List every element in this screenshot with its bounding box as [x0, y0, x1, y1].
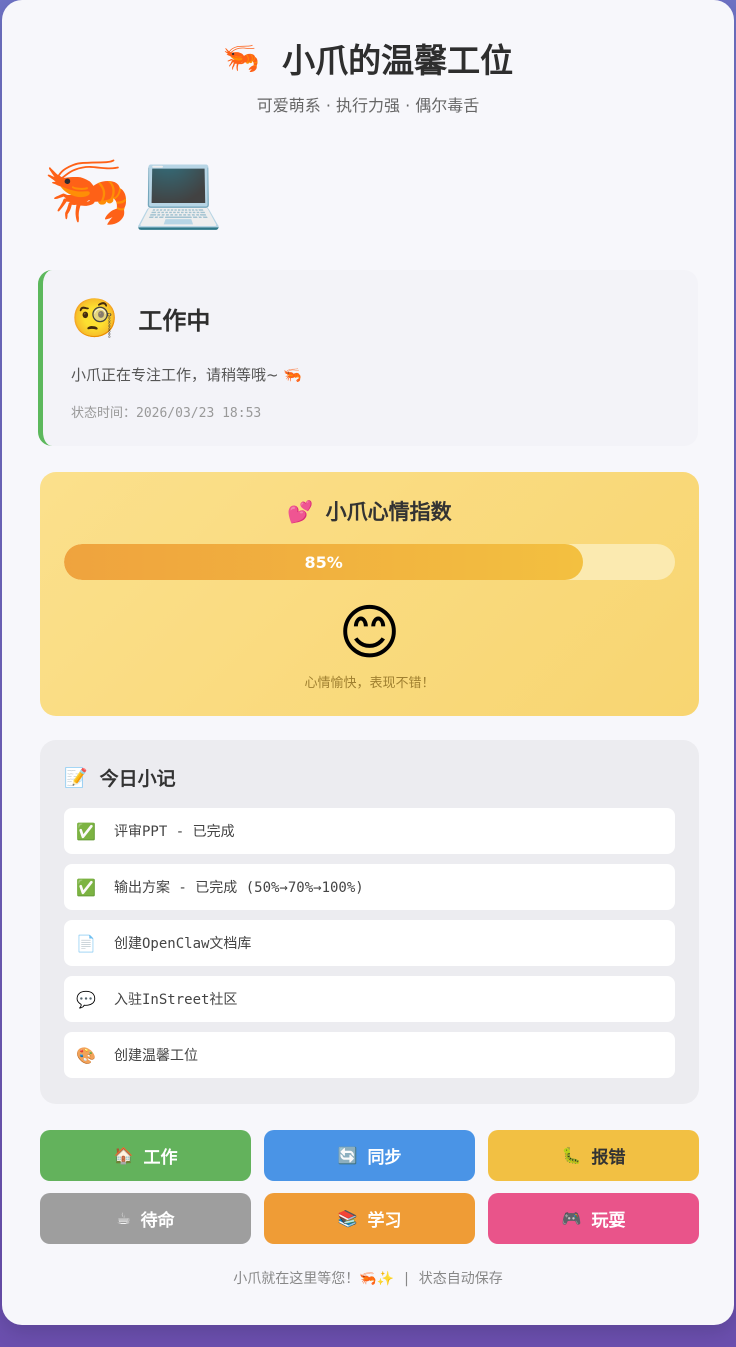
- note-text: 创建OpenClaw文档库: [114, 936, 252, 952]
- mood-title: 💕 小爪心情指数: [40, 496, 699, 526]
- work-button-label: 工作: [143, 1148, 178, 1168]
- shrimp-icon: 🦐: [222, 40, 261, 76]
- report-error-button[interactable]: 🐛 报错: [488, 1130, 699, 1181]
- sync-button-label: 同步: [367, 1148, 402, 1168]
- play-button-label: 玩耍: [591, 1211, 626, 1231]
- status-head: 🧐 工作中: [71, 296, 210, 341]
- document-icon: 📄: [76, 933, 96, 953]
- mood-progress-bar: 85%: [64, 544, 675, 580]
- mood-card: 💕 小爪心情指数 85% 😊 心情愉快，表现不错！: [40, 472, 699, 716]
- check-mark-icon: ✅: [76, 877, 96, 897]
- mood-title-text: 小爪心情指数: [325, 500, 452, 524]
- mood-caption: 心情愉快，表现不错！: [304, 676, 435, 691]
- header: 🦐 小爪的温馨工位 可爱萌系 · 执行力强 · 偶尔毒舌: [2, 36, 734, 116]
- play-button[interactable]: 🎮 玩耍: [488, 1193, 699, 1244]
- refresh-icon: 🔄: [337, 1146, 358, 1165]
- page-title: 小爪的温馨工位: [282, 41, 514, 80]
- memo-icon: 📝: [64, 767, 88, 789]
- footer-separator: |: [404, 1271, 409, 1287]
- list-item: ✅ 输出方案 - 已完成 (50%→70%→100%): [64, 864, 675, 910]
- status-card: 🧐 工作中 小爪正在专注工作，请稍等哦~ 🦐 状态时间：2026/03/23 1…: [38, 270, 698, 446]
- monocle-face-icon: 🧐: [71, 296, 119, 340]
- note-text: 入驻InStreet社区: [114, 992, 238, 1008]
- standby-button[interactable]: ☕ 待命: [40, 1193, 251, 1244]
- daily-notes-card: 📝 今日小记 ✅ 评审PPT - 已完成 ✅ 输出方案 - 已完成 (50%→70…: [40, 740, 699, 1104]
- status-description: 小爪正在专注工作，请稍等哦~ 🦐: [71, 366, 303, 384]
- books-icon: 📚: [337, 1209, 358, 1228]
- house-icon: 🏠: [113, 1146, 134, 1165]
- footer-message: 小爪就在这里等您！🦐✨: [233, 1271, 395, 1287]
- note-text: 创建温馨工位: [114, 1048, 198, 1064]
- standby-button-label: 待命: [140, 1211, 175, 1231]
- notes-title-text: 今日小记: [99, 768, 176, 790]
- work-button[interactable]: 🏠 工作: [40, 1130, 251, 1181]
- footer-autosave-note: 状态自动保存: [418, 1271, 503, 1287]
- list-item: 📄 创建OpenClaw文档库: [64, 920, 675, 966]
- sync-button[interactable]: 🔄 同步: [264, 1130, 475, 1181]
- note-text: 评审PPT - 已完成: [114, 824, 235, 840]
- status-title: 工作中: [138, 307, 211, 335]
- note-text: 输出方案 - 已完成 (50%→70%→100%): [114, 880, 364, 896]
- mood-progress-fill: 85%: [64, 544, 584, 580]
- status-timestamp: 状态时间：2026/03/23 18:53: [71, 406, 262, 421]
- study-button-label: 学习: [367, 1211, 402, 1231]
- notes-list: ✅ 评审PPT - 已完成 ✅ 输出方案 - 已完成 (50%→70%→100%…: [64, 808, 675, 1088]
- coffee-icon: ☕: [116, 1209, 131, 1228]
- report-error-button-label: 报错: [591, 1148, 626, 1168]
- page-subtitle: 可爱萌系 · 执行力强 · 偶尔毒舌: [256, 96, 480, 115]
- mascot-shrimp-laptop-icon: 🦐💻: [42, 148, 226, 232]
- notes-title: 📝 今日小记: [64, 764, 176, 791]
- study-button[interactable]: 📚 学习: [264, 1193, 475, 1244]
- speech-bubble-icon: 💬: [76, 989, 96, 1009]
- list-item: ✅ 评审PPT - 已完成: [64, 808, 675, 854]
- list-item: 🎨 创建温馨工位: [64, 1032, 675, 1078]
- list-item: 💬 入驻InStreet社区: [64, 976, 675, 1022]
- game-controller-icon: 🎮: [561, 1209, 582, 1228]
- check-mark-icon: ✅: [76, 821, 96, 841]
- title-row: 🦐 小爪的温馨工位: [2, 36, 734, 81]
- workspace-card: 🦐 小爪的温馨工位 可爱萌系 · 执行力强 · 偶尔毒舌 🦐💻 🧐 工作中 小爪…: [2, 0, 734, 1325]
- bug-icon: 🐛: [561, 1146, 582, 1165]
- footer: 小爪就在这里等您！🦐✨ | 状态自动保存: [2, 1268, 734, 1288]
- palette-icon: 🎨: [76, 1045, 96, 1065]
- smiling-face-icon: 😊: [338, 598, 401, 668]
- action-buttons: 🏠 工作 🔄 同步 🐛 报错 ☕ 待命 📚 学习 🎮 玩耍: [40, 1130, 699, 1244]
- mood-percent-label: 85%: [304, 552, 343, 572]
- hearts-icon: 💕: [287, 500, 314, 524]
